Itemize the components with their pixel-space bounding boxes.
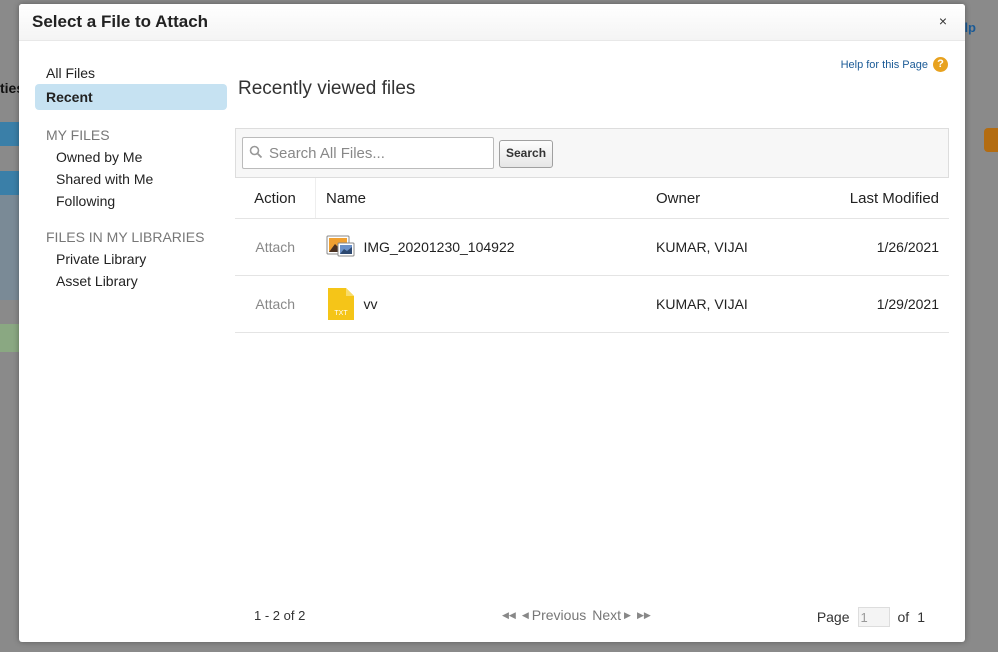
- help-link[interactable]: Help for this Page ?: [841, 57, 948, 72]
- header-name[interactable]: Name: [315, 178, 656, 219]
- image-file-icon: [326, 235, 354, 257]
- file-name-link[interactable]: IMG_20201230_104922: [364, 239, 515, 255]
- sidebar-item-all-files[interactable]: All Files: [35, 62, 227, 84]
- total-pages: 1: [917, 609, 925, 625]
- table-header-row: Action Name Owner Last Modified: [235, 178, 949, 219]
- of-label: of: [897, 609, 910, 625]
- page-number-input[interactable]: [857, 607, 890, 627]
- help-link-label[interactable]: Help for this Page: [841, 59, 928, 71]
- close-icon[interactable]: ×: [939, 13, 947, 29]
- file-name-cell: IMG_20201230_104922: [315, 218, 656, 276]
- content-title: Recently viewed files: [238, 78, 416, 99]
- sidebar-item-shared-with-me[interactable]: Shared with Me: [35, 168, 227, 190]
- next-label[interactable]: Next: [592, 607, 621, 623]
- background-bar: [0, 122, 20, 146]
- sidebar-item-recent[interactable]: Recent: [35, 84, 227, 110]
- file-name-link[interactable]: vv: [364, 296, 378, 312]
- libraries-heading: FILES IN MY LIBRARIES: [46, 229, 205, 245]
- previous-icon[interactable]: ◀: [522, 610, 529, 621]
- background-panel: [0, 324, 20, 352]
- attach-file-dialog: Select a File to Attach × All Files Rece…: [19, 4, 965, 642]
- owner-cell: KUMAR, VIJAI: [656, 275, 786, 333]
- next-button[interactable]: Next ▶: [592, 607, 631, 623]
- sidebar-item-asset-library[interactable]: Asset Library: [35, 270, 227, 292]
- search-bar: Search: [235, 128, 949, 178]
- sidebar-item-private-library[interactable]: Private Library: [35, 248, 227, 270]
- dialog-header: Select a File to Attach ×: [19, 4, 965, 41]
- previous-button[interactable]: ◀ Previous: [522, 607, 586, 623]
- attach-link[interactable]: Attach: [235, 218, 316, 276]
- background-help-fragment: lp: [964, 20, 976, 35]
- my-files-heading: MY FILES: [46, 127, 110, 143]
- file-name-cell: TXT vv: [315, 275, 656, 333]
- search-box[interactable]: [242, 137, 494, 169]
- attach-link[interactable]: Attach: [235, 275, 316, 333]
- file-sidebar: All Files Recent MY FILES Owned by Me Sh…: [35, 62, 227, 292]
- header-action: Action: [235, 178, 316, 219]
- owner-cell: KUMAR, VIJAI: [656, 218, 786, 276]
- search-icon: [249, 145, 263, 159]
- background-button: [984, 128, 998, 152]
- search-button[interactable]: Search: [499, 140, 554, 168]
- close-button[interactable]: ×: [934, 12, 952, 30]
- record-count: 1 - 2 of 2: [254, 608, 306, 623]
- pagination-nav: ◀◀ ◀ Previous Next ▶ ▶▶: [502, 607, 651, 623]
- background-bar: [0, 171, 20, 195]
- files-table: Action Name Owner Last Modified Attach I…: [235, 178, 949, 333]
- table-row: Attach TXT vv KUMAR, VIJAI 1/29/2021: [235, 275, 949, 333]
- txt-icon-label: TXT: [334, 310, 348, 317]
- dialog-title: Select a File to Attach: [32, 12, 209, 31]
- sidebar-item-owned-by-me[interactable]: Owned by Me: [35, 146, 227, 168]
- header-owner[interactable]: Owner: [656, 178, 786, 219]
- background-panel: [0, 195, 20, 300]
- page-label: Page: [816, 609, 850, 625]
- page-info: Page of 1: [817, 607, 925, 627]
- txt-file-icon: TXT: [327, 288, 354, 320]
- next-icon[interactable]: ▶: [624, 610, 631, 621]
- previous-label[interactable]: Previous: [532, 607, 586, 623]
- table-row: Attach IMG_20201230_104922 KUMAR, VIJAI …: [235, 218, 949, 276]
- help-icon[interactable]: ?: [933, 57, 948, 72]
- first-page-icon[interactable]: ◀◀: [502, 610, 516, 621]
- last-modified-cell: 1/29/2021: [786, 275, 949, 333]
- search-input[interactable]: [267, 142, 491, 164]
- last-modified-cell: 1/26/2021: [786, 218, 949, 276]
- sidebar-item-following[interactable]: Following: [35, 190, 227, 212]
- header-last-modified[interactable]: Last Modified: [786, 178, 949, 219]
- last-page-icon[interactable]: ▶▶: [637, 610, 651, 621]
